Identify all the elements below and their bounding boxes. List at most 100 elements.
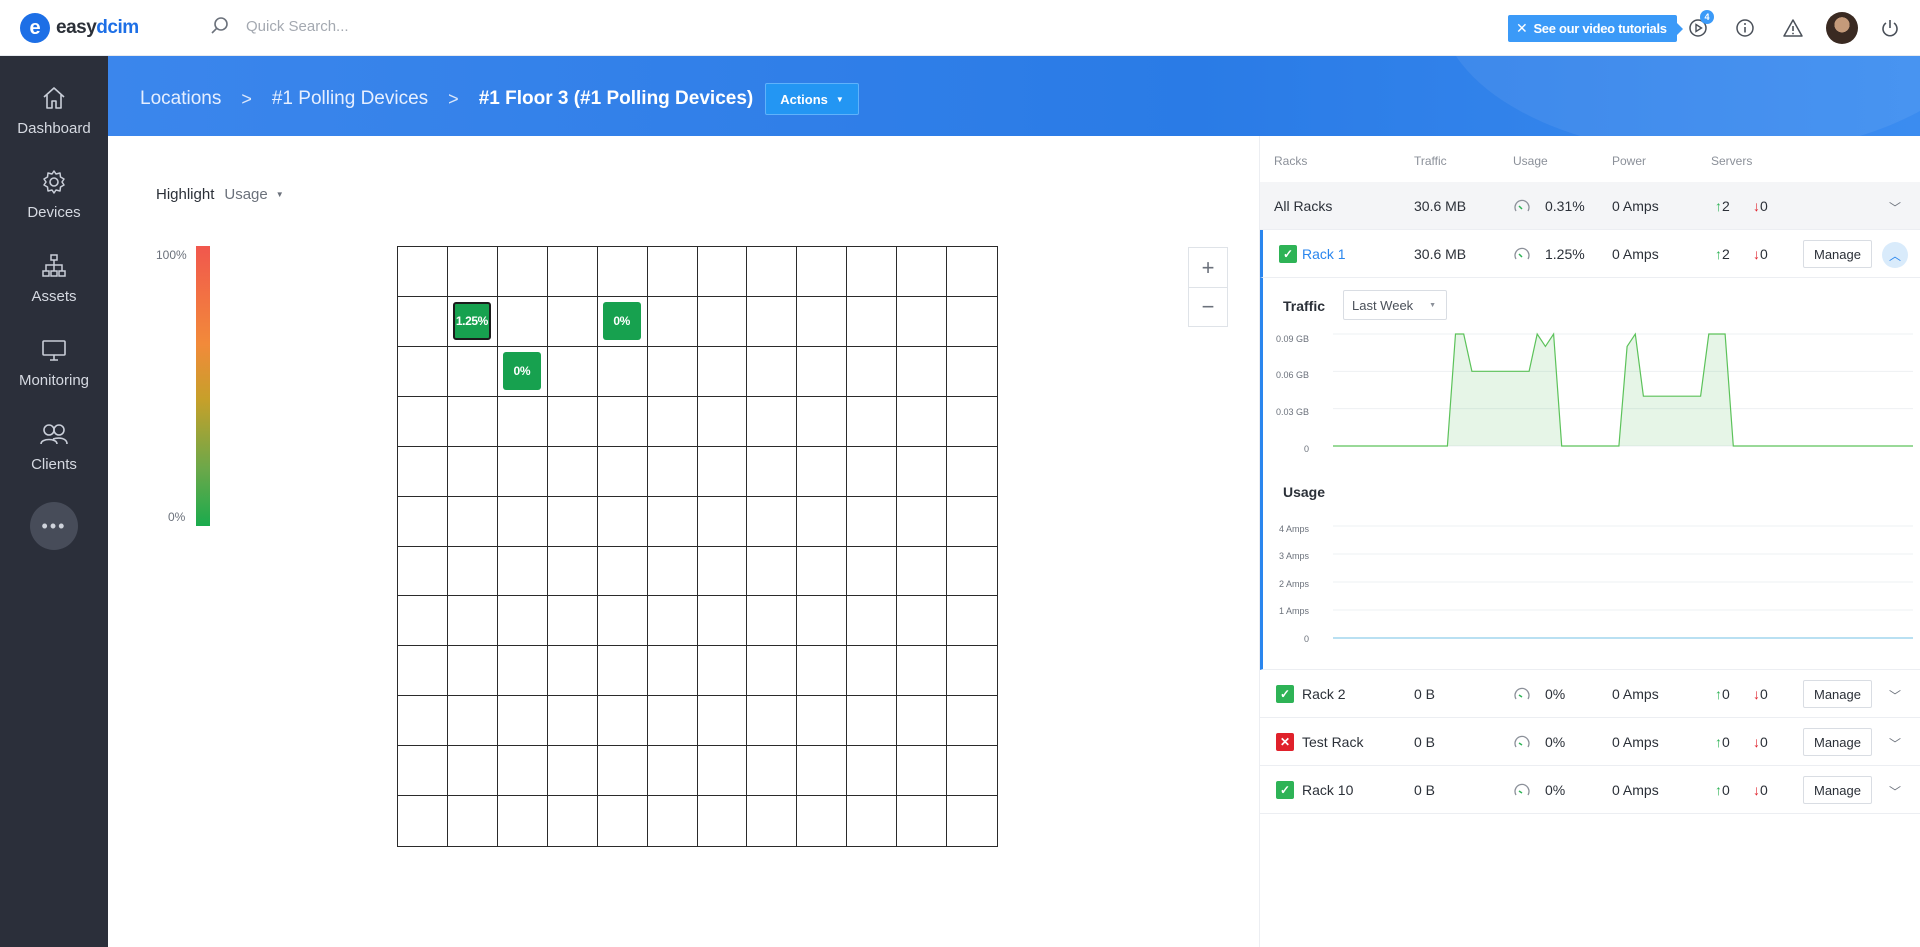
sidebar-item-assets[interactable]: Assets [0,236,108,320]
floor-cell [797,496,848,547]
rack-name[interactable]: Rack 2 [1302,686,1346,702]
rack-tile[interactable]: 0% [502,351,541,390]
floor-plan-grid: 1.25% 0% 0% [397,246,998,847]
sidebar-item-clients[interactable]: Clients [0,404,108,488]
header-decoration [1440,56,1920,136]
video-tutorials-banner[interactable]: ✕ See our video tutorials [1508,15,1683,42]
floor-cell [747,296,798,347]
highlight-dropdown[interactable]: Usage [224,186,267,203]
floor-cell [698,796,748,846]
floor-cell [647,396,698,447]
floor-cell [847,247,898,297]
traffic-chart [1333,332,1913,447]
usage-tick-label: 2 Amps [1278,579,1309,589]
floor-cell [497,696,548,747]
floor-cell [947,297,997,347]
chevron-up-icon[interactable]: ︿ [1882,242,1908,268]
gauge-icon [1513,734,1531,752]
all-racks-row[interactable]: All Racks 30.6 MB 0.31% 0 Amps ↑2 ↓0 ﹀ [1260,182,1920,230]
search-input[interactable] [246,17,486,35]
rack-traffic: 30.6 MB [1414,246,1467,262]
rack-name[interactable]: Test Rack [1302,734,1363,750]
floor-cell [697,546,748,597]
rack-tile[interactable]: 1.25% [452,301,491,340]
caret-down-icon[interactable]: ▼ [276,190,284,199]
video-play-button[interactable]: 4 [1686,10,1714,40]
caret-down-icon: ▼ [835,94,844,104]
manage-button[interactable]: Manage [1803,776,1872,804]
search-icon[interactable] [210,16,230,36]
servers-down: ↓0 [1753,686,1768,702]
breadcrumb-locations[interactable]: Locations [140,88,221,110]
chevron-down-icon[interactable]: ﹀ [1882,682,1908,708]
floor-cell [697,596,748,647]
rack-name[interactable]: Rack 1 [1302,246,1346,262]
floor-cell: 1.25% [447,296,498,347]
manage-button[interactable]: Manage [1803,680,1872,708]
floor-cell [447,396,498,447]
chevron-down-icon[interactable]: ﹀ [1882,730,1908,756]
rack-row[interactable]: ✓ Rack 10 0 B 0% 0 Amps ↑0 ↓0 Manage ﹀ [1260,766,1920,814]
floor-cell [897,546,948,597]
floor-cell [947,447,997,497]
servers-down: ↓0 [1753,782,1768,798]
floor-cell [547,396,598,447]
floor-cell [497,646,548,697]
caret-down-icon: ▼ [1429,301,1436,309]
rack-tile[interactable]: 0% [602,301,641,340]
floor-cell [897,247,948,297]
sidebar-item-devices[interactable]: Devices [0,152,108,236]
rack-name[interactable]: Rack 10 [1302,782,1353,798]
servers-up-count: 2 [1722,198,1730,214]
gauge-icon [1513,686,1531,704]
sidebar-item-label: Devices [27,203,81,221]
sidebar-item-dashboard[interactable]: Dashboard [0,68,108,152]
zoom-in-button[interactable]: + [1189,248,1227,287]
manage-button[interactable]: Manage [1803,728,1872,756]
logout-button[interactable] [1878,16,1902,40]
floor-cell [797,247,848,297]
avatar[interactable] [1826,12,1858,44]
close-icon[interactable]: ✕ [1516,20,1528,37]
rack-name: All Racks [1274,198,1333,214]
floor-cell [797,596,848,647]
servers-up: ↑2 [1715,246,1730,262]
actions-button[interactable]: Actions ▼ [765,83,859,115]
column-header-servers: Servers [1711,154,1753,168]
floor-cell [447,496,498,547]
sidebar-item-label: Clients [31,455,77,473]
floor-cell [747,596,798,647]
logo-text: easydcim [56,17,139,39]
rack-power: 0 Amps [1612,782,1659,798]
floor-cell [947,696,997,747]
chevron-down-icon[interactable]: ﹀ [1882,194,1908,220]
floor-cell [447,696,498,747]
alerts-button[interactable] [1781,16,1805,40]
servers-up-count: 2 [1722,246,1730,262]
period-select[interactable]: Last Week ▼ [1343,290,1447,320]
floor-cell [597,446,648,497]
monitor-icon [42,339,66,361]
tutorials-label: See our video tutorials [1533,21,1667,36]
floor-cell [897,796,948,846]
notification-badge: 4 [1700,10,1714,24]
rack-row[interactable]: ✓ Rack 1 30.6 MB 1.25% 0 Amps ↑2 ↓0 Mana… [1260,230,1920,278]
zoom-out-button[interactable]: − [1189,287,1227,326]
rack-row[interactable]: ✓ Rack 20 B 0% 0 Amps ↑0 ↓0 Manage ﹀ [1260,670,1920,718]
manage-button[interactable]: Manage [1803,240,1872,268]
traffic-tick-label: 0.06 GB [1275,370,1309,380]
chevron-down-icon[interactable]: ﹀ [1882,778,1908,804]
more-button[interactable]: ••• [30,502,78,550]
arrow-down-icon: ↓ [1753,246,1760,262]
sidebar-item-monitoring[interactable]: Monitoring [0,320,108,404]
gear-icon [43,169,65,194]
floor-cell [497,247,548,297]
rack-power: 0 Amps [1612,246,1659,262]
rack-row[interactable]: ✕ Test Rack 0 B 0% 0 Amps ↑0 ↓0 Manage ﹀ [1260,718,1920,766]
floor-cell [398,496,448,547]
info-button[interactable] [1733,16,1757,40]
breadcrumb-polling-devices[interactable]: #1 Polling Devices [272,88,428,110]
status-error-icon: ✕ [1276,733,1294,751]
app-logo[interactable]: e easydcim [20,13,139,43]
floor-cell [398,646,448,697]
